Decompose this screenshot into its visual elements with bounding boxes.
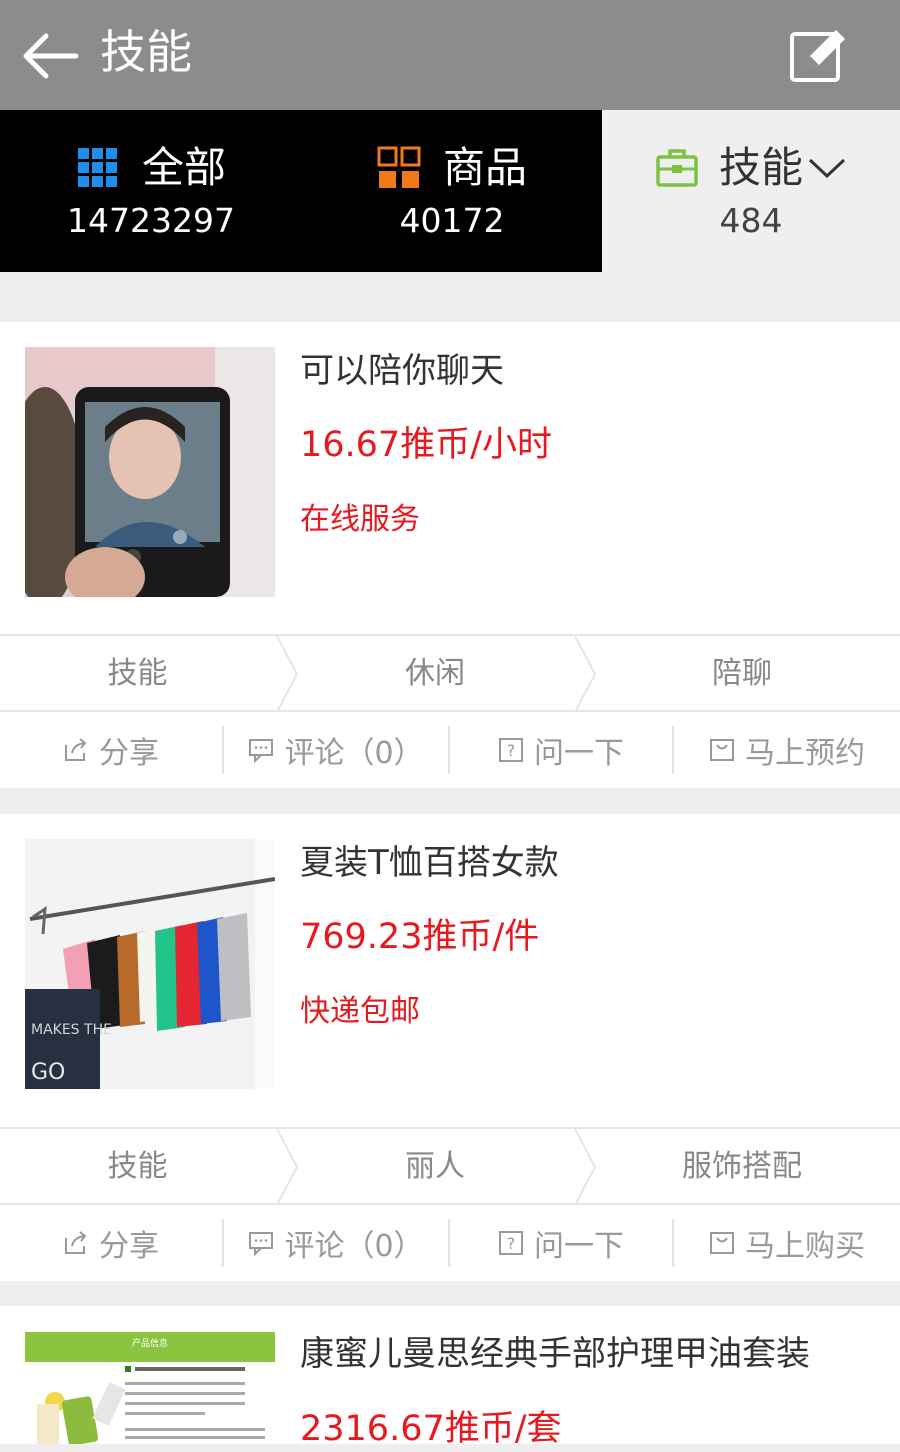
tab-label: 商品 (442, 143, 527, 192)
book-now-button[interactable]: 马上预约 (674, 712, 900, 788)
product-image[interactable] (25, 347, 275, 597)
tag-item[interactable]: 技能 (0, 1129, 275, 1205)
tag-item[interactable]: 陪聊 (597, 636, 887, 712)
tab-label: 全部 (141, 143, 226, 192)
item-title[interactable]: 康蜜儿曼思经典手部护理甲油套装 (300, 1332, 810, 1376)
item-price: 769.23推币/件 (300, 917, 540, 957)
tag-item[interactable]: 技能 (0, 636, 275, 712)
back-arrow-icon[interactable] (18, 28, 82, 84)
svg-text:?: ? (507, 1234, 516, 1253)
comment-label: 评论（0） (284, 1229, 424, 1264)
question-icon: ? (499, 1231, 523, 1255)
cta-label: 马上购买 (745, 1229, 865, 1264)
comment-icon (249, 739, 274, 763)
tshirts-photo: MAKES THE GO (25, 839, 275, 1089)
tab-all[interactable]: 全部 14723297 (0, 110, 302, 272)
share-label: 分享 (99, 736, 159, 771)
category-tabs: 全部 14723297 商品 40172 技能 484 (0, 110, 900, 272)
item-service: 快递包邮 (300, 994, 420, 1029)
buy-now-button[interactable]: 马上购买 (674, 1205, 900, 1281)
ask-label: 问一下 (534, 736, 624, 771)
briefcase-icon (656, 149, 698, 187)
share-icon (65, 738, 87, 761)
comment-icon (249, 1232, 274, 1256)
tag-separator (276, 636, 299, 712)
item-service: 在线服务 (300, 502, 420, 537)
list-item[interactable]: 可以陪你聊天 16.67推币/小时 在线服务 (0, 322, 900, 634)
tab-count: 40172 (399, 201, 505, 240)
item-price: 2316.67推币/套 (300, 1409, 562, 1449)
svg-text:GO: GO (31, 1060, 65, 1085)
svg-text:MAKES THE: MAKES THE (31, 1022, 112, 1038)
tab-label: 技能 (718, 143, 803, 192)
tab-count: 14723297 (67, 201, 235, 240)
tag-item[interactable]: 丽人 (299, 1129, 571, 1205)
action-row: 分享 评论（0） ? 问一下 马上预约 (0, 712, 900, 788)
ask-label: 问一下 (534, 1229, 624, 1264)
bag-icon (710, 1232, 734, 1254)
tag-row: 技能 休闲 陪聊 (0, 634, 900, 712)
product-image[interactable]: 产品信息 (25, 1332, 275, 1444)
product-info-photo: 产品信息 (25, 1332, 275, 1444)
page-title: 技能 (100, 25, 192, 79)
share-icon (65, 1231, 87, 1254)
grid-icon (77, 148, 117, 187)
item-title[interactable]: 夏装T恤百搭女款 (300, 841, 559, 885)
tag-item[interactable]: 服饰搭配 (597, 1129, 887, 1205)
comment-button[interactable]: 评论（0） (224, 1205, 448, 1281)
tag-item[interactable]: 休闲 (299, 636, 571, 712)
cta-label: 马上预约 (745, 736, 865, 771)
svg-text:?: ? (507, 741, 516, 760)
share-label: 分享 (99, 1229, 159, 1264)
product-image[interactable]: MAKES THE GO (25, 839, 275, 1089)
list-item[interactable]: MAKES THE GO 夏装T恤百搭女款 769.23推币/件 快递包邮 (0, 814, 900, 1127)
tab-count: 484 (719, 201, 783, 240)
ask-button[interactable]: ? 问一下 (450, 1205, 672, 1281)
bag-icon (710, 739, 734, 761)
app-header: 技能 (0, 0, 900, 110)
list-item[interactable]: 产品信息 康蜜儿曼思经典手部护理甲油套装 2316.67推币/套 (0, 1306, 900, 1449)
edit-icon[interactable] (788, 26, 850, 84)
tag-separator (574, 1129, 597, 1205)
blocks-icon (377, 146, 421, 188)
share-button[interactable]: 分享 (0, 1205, 222, 1281)
tag-separator (276, 1129, 299, 1205)
item-price: 16.67推币/小时 (300, 425, 552, 465)
tab-goods[interactable]: 商品 40172 (302, 110, 602, 272)
comment-button[interactable]: 评论（0） (224, 712, 448, 788)
share-button[interactable]: 分享 (0, 712, 222, 788)
tag-row: 技能 丽人 服饰搭配 (0, 1127, 900, 1205)
comment-label: 评论（0） (284, 736, 424, 771)
thumb-heading: 产品信息 (132, 1337, 168, 1349)
ask-button[interactable]: ? 问一下 (450, 712, 672, 788)
question-icon: ? (499, 738, 523, 762)
selfie-photo (25, 347, 275, 597)
action-row: 分享 评论（0） ? 问一下 马上购买 (0, 1205, 900, 1281)
tab-skills[interactable]: 技能 484 (602, 110, 900, 272)
tag-separator (574, 636, 597, 712)
item-title[interactable]: 可以陪你聊天 (300, 349, 504, 393)
chevron-down-icon[interactable] (807, 156, 847, 180)
